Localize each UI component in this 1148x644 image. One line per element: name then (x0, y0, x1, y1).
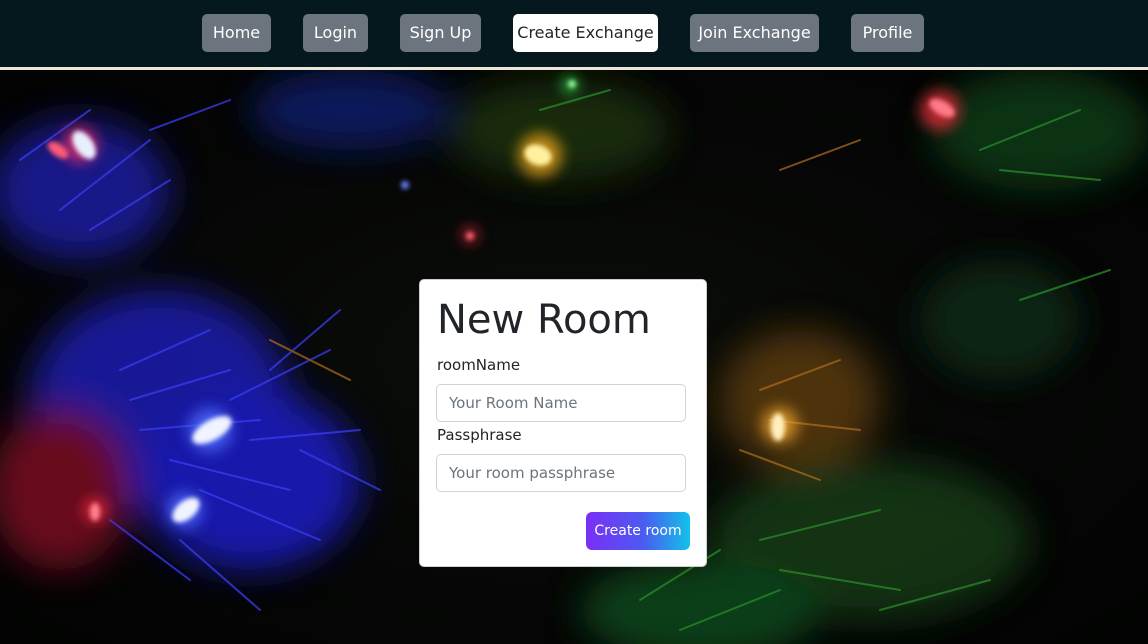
nav-signup-button[interactable]: Sign Up (400, 14, 481, 52)
create-room-button[interactable]: Create room (586, 512, 690, 550)
top-navbar: Home Login Sign Up Create Exchange Join … (0, 0, 1148, 70)
nav-home-button[interactable]: Home (202, 14, 271, 52)
page-title: New Room (437, 297, 651, 343)
room-name-label: roomName (437, 356, 521, 374)
nav-create-exchange-button[interactable]: Create Exchange (513, 14, 658, 52)
nav-login-button[interactable]: Login (303, 14, 368, 52)
room-name-input[interactable] (436, 384, 686, 422)
new-room-card: New Room roomName Passphrase Create room (419, 279, 707, 567)
nav-join-exchange-button[interactable]: Join Exchange (690, 14, 819, 52)
nav-profile-button[interactable]: Profile (851, 14, 924, 52)
passphrase-label: Passphrase (437, 426, 522, 444)
passphrase-input[interactable] (436, 454, 686, 492)
